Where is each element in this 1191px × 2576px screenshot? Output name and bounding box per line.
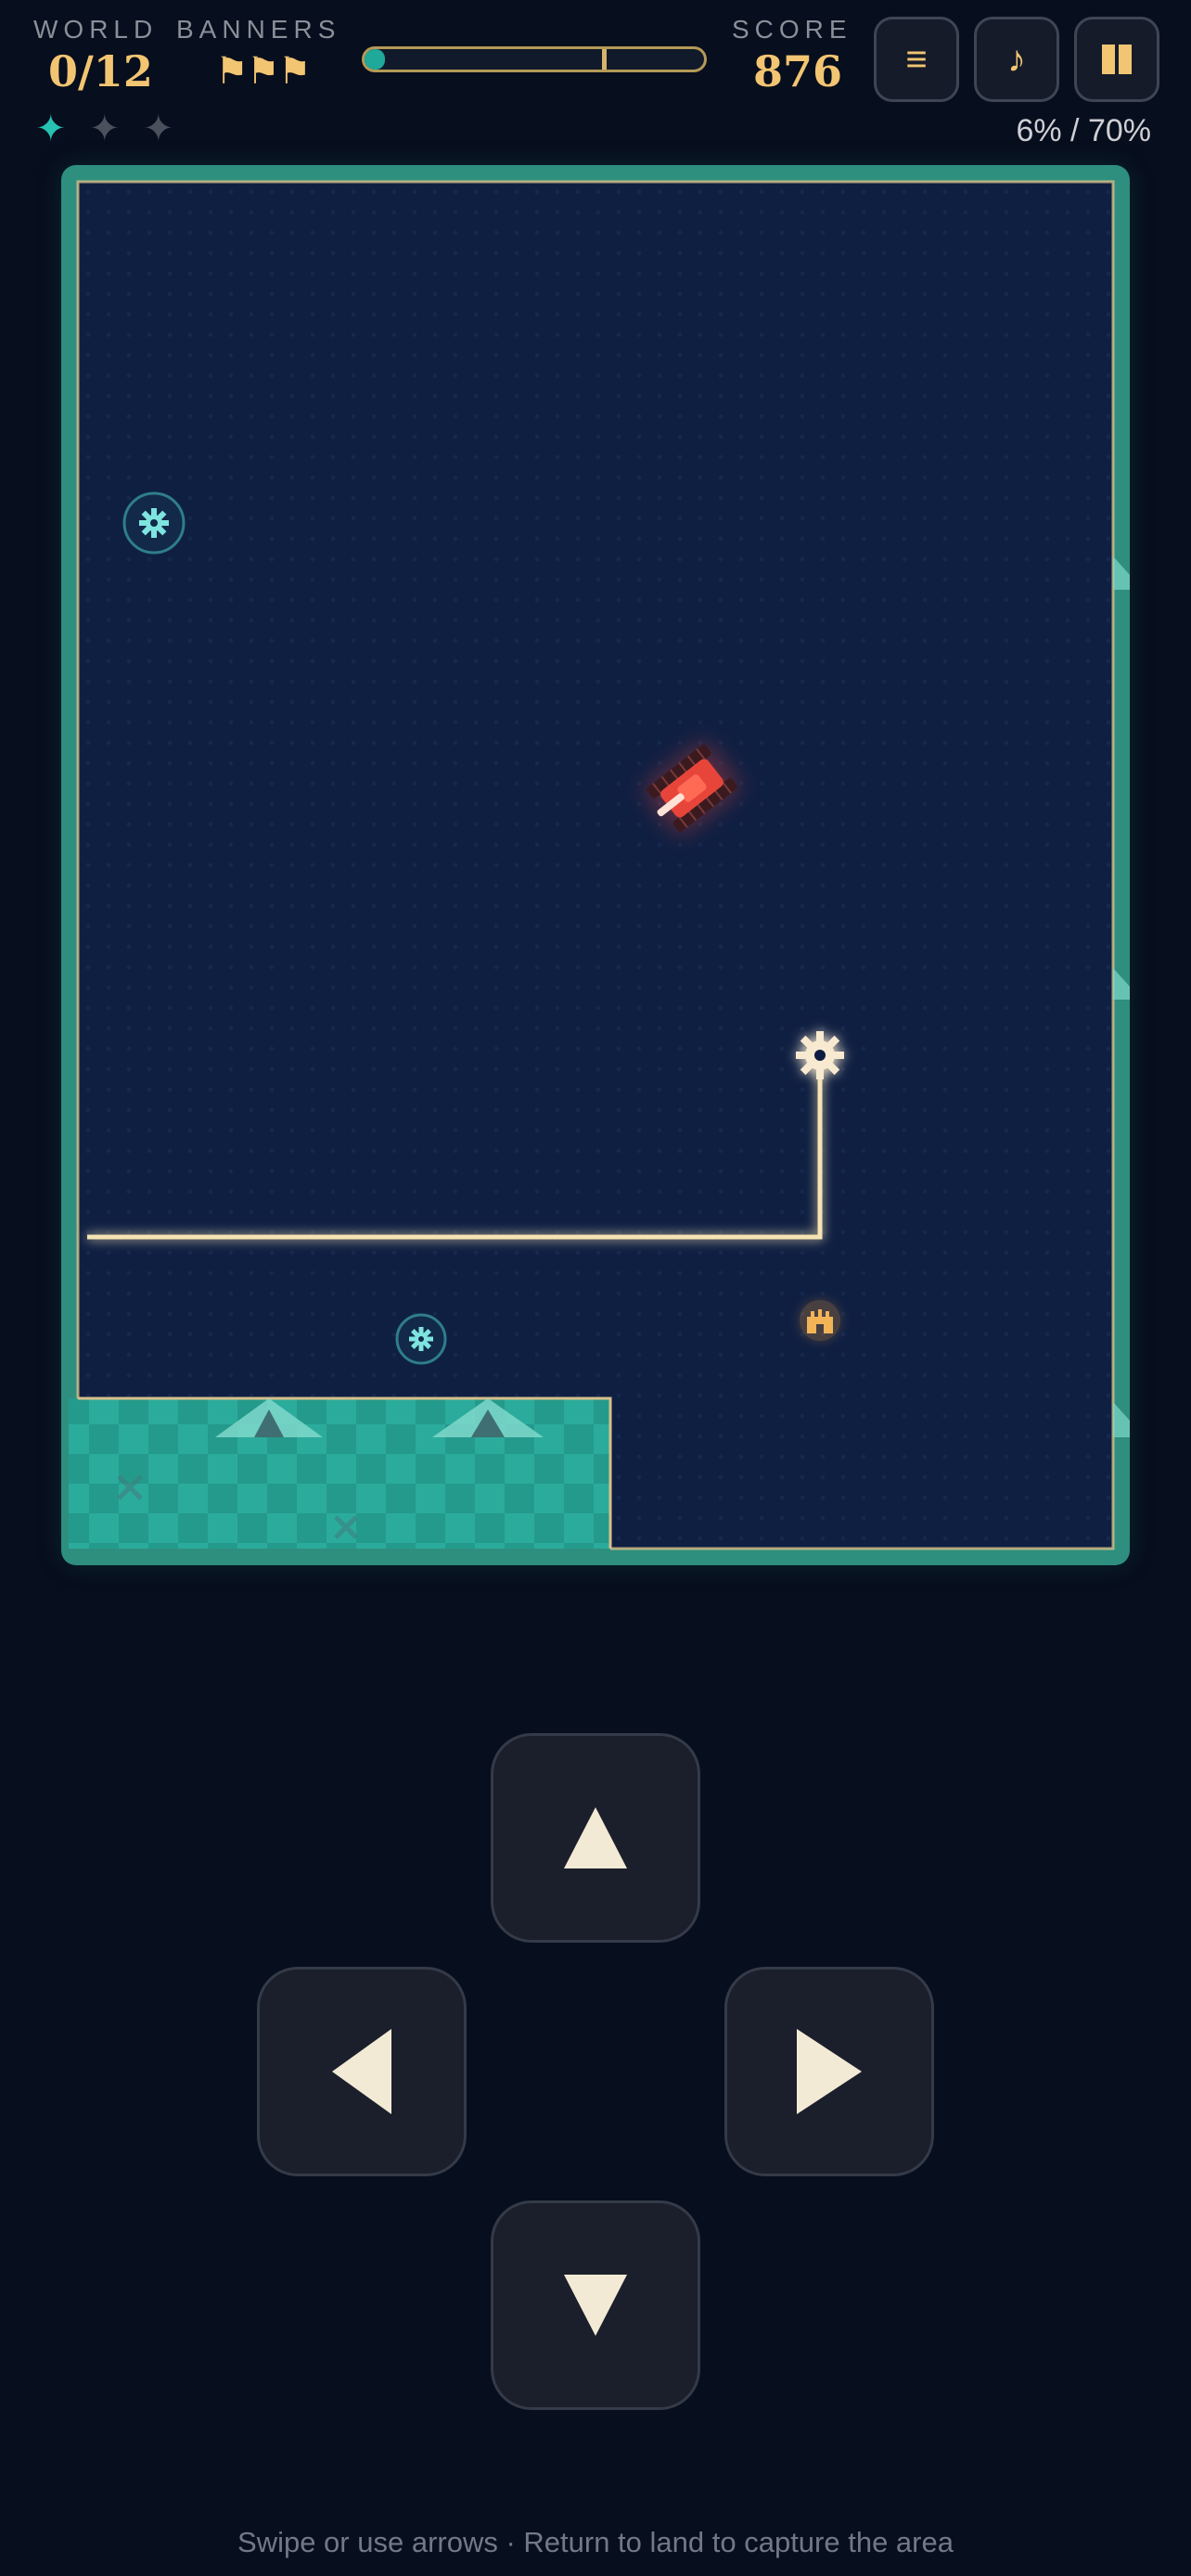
up-arrow-icon [564, 1807, 627, 1868]
left-arrow-icon [332, 2029, 391, 2114]
sea-border [76, 180, 1115, 1550]
red-tank-enemy [644, 742, 740, 835]
control-hint: Swipe or use arrows · Return to land to … [237, 2526, 954, 2558]
player-trail [87, 1055, 823, 1240]
gear-mine-enemy [395, 1313, 447, 1365]
up-button[interactable] [491, 1733, 700, 1943]
player-cursor [796, 1031, 844, 1079]
castle-icon [800, 1300, 840, 1341]
captured-land [69, 1398, 610, 1549]
gear-icon [139, 508, 169, 538]
gear-icon [409, 1327, 433, 1351]
game-board [69, 180, 1130, 1550]
right-arrow-icon [797, 2029, 862, 2114]
gear-mine-enemy [122, 491, 186, 555]
left-button[interactable] [257, 1967, 467, 2176]
gear-icon [796, 1031, 844, 1079]
edge-marker [1113, 968, 1130, 1000]
edge-marker [1113, 1402, 1130, 1437]
down-arrow-icon [564, 2275, 627, 2336]
right-button[interactable] [724, 1967, 934, 2176]
edge-marker [1113, 556, 1130, 590]
down-button[interactable] [491, 2200, 700, 2410]
